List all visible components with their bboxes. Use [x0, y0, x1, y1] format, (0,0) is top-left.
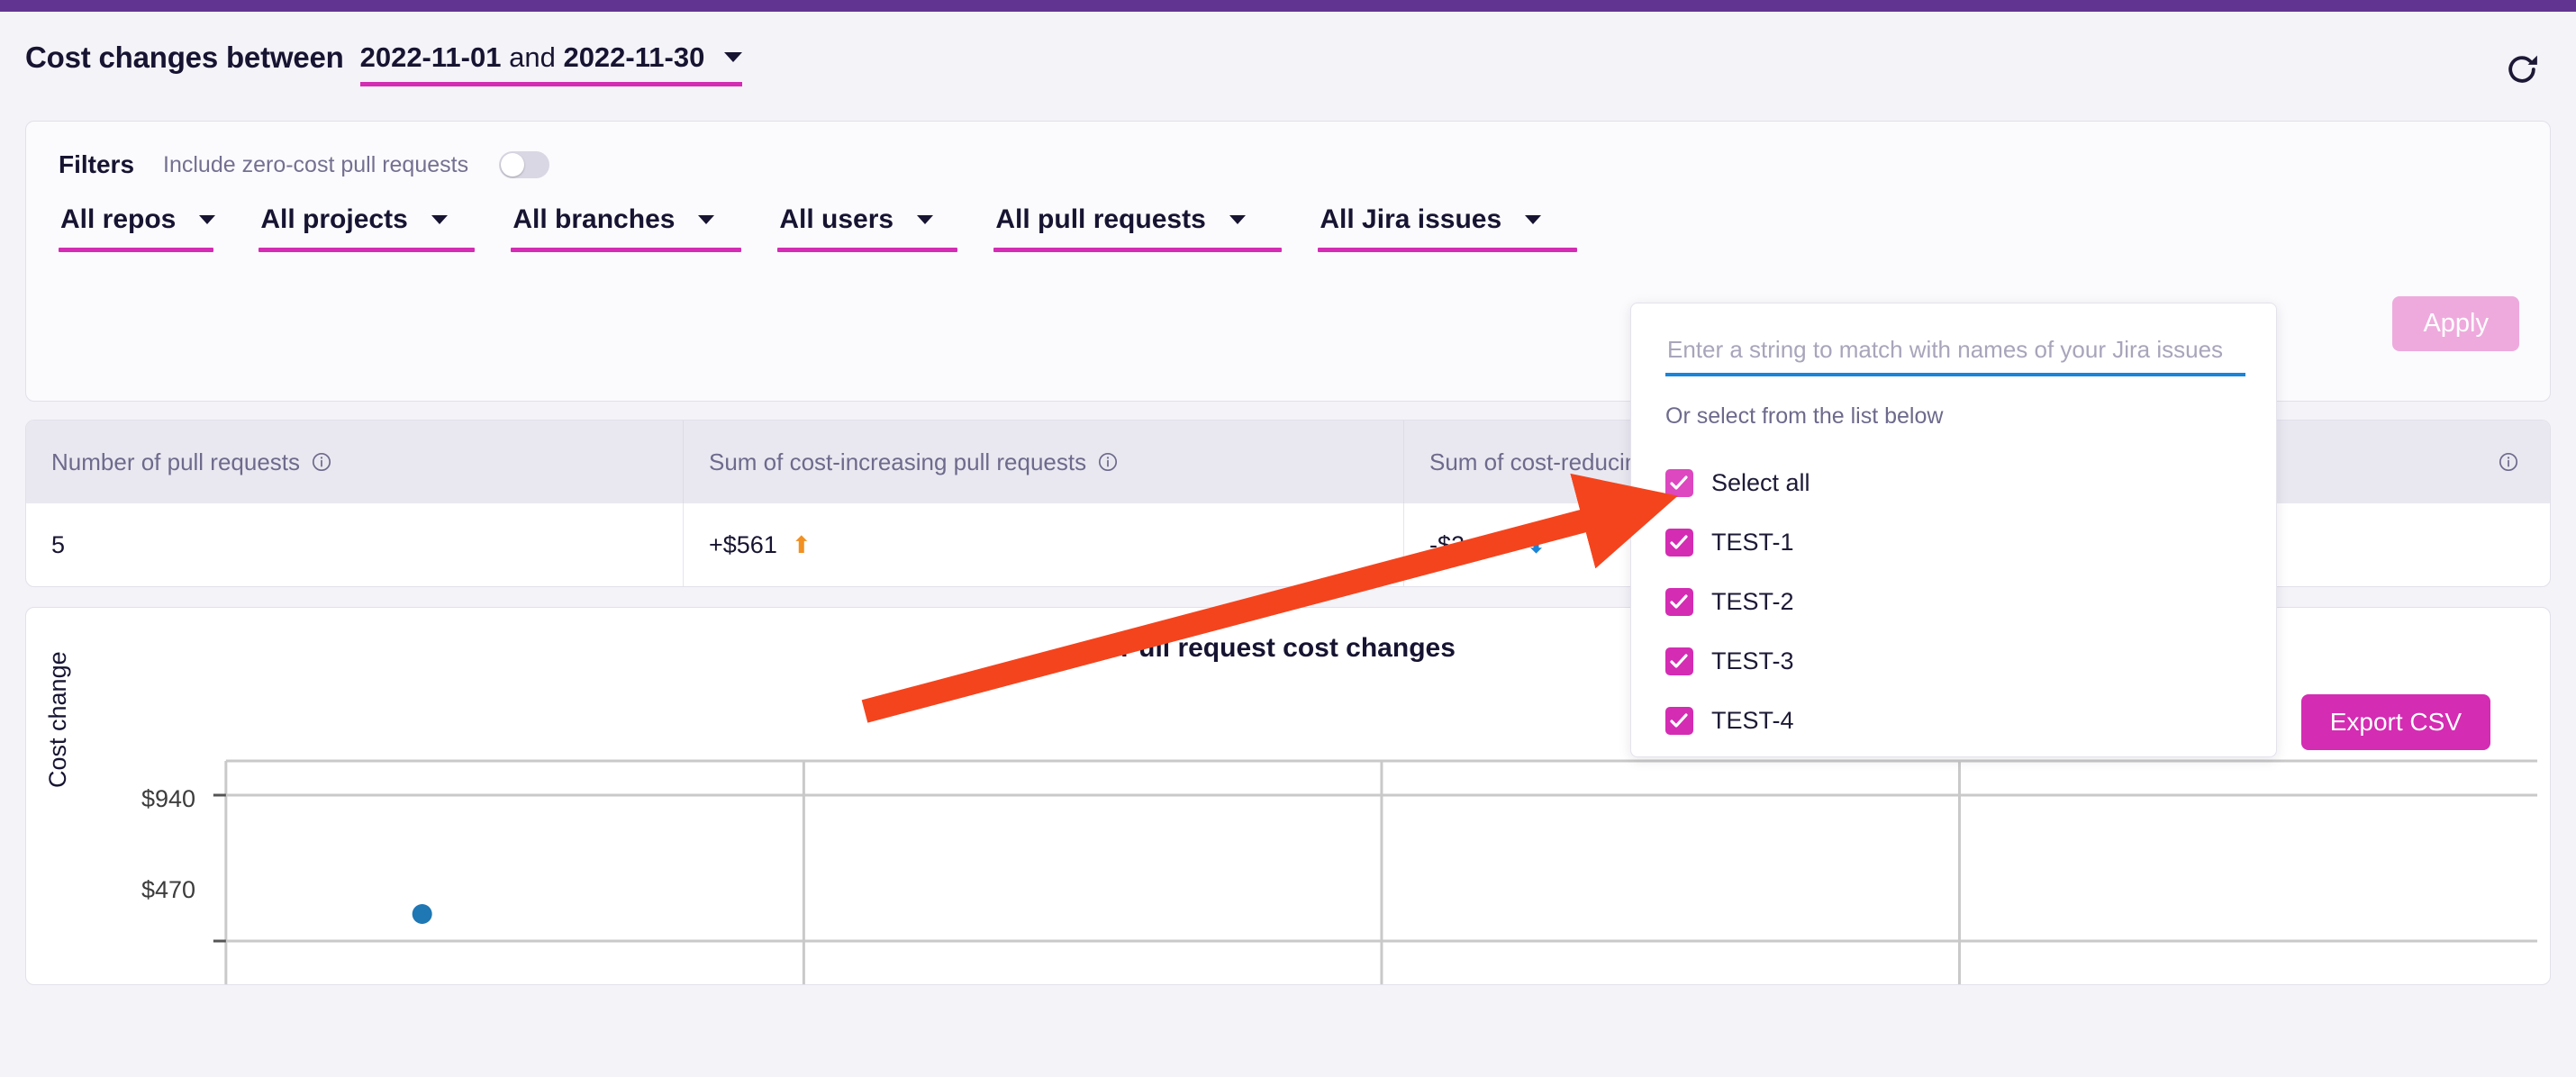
info-icon[interactable] — [1097, 451, 1119, 473]
include-zero-cost-toggle[interactable] — [499, 151, 550, 178]
apply-filters-button[interactable]: Apply — [2392, 296, 2519, 351]
filter-users[interactable]: All users — [777, 204, 958, 252]
check-glyph — [1670, 534, 1688, 549]
filter-users-underline — [777, 248, 958, 252]
refresh-icon[interactable] — [2500, 48, 2544, 91]
chart-data-point — [412, 904, 432, 924]
date-end: 2022-11-30 — [563, 41, 705, 73]
info-icon[interactable] — [311, 451, 332, 473]
jira-list-hint: Or select from the list below — [1665, 403, 1944, 429]
cell-cost-reducing: -$2,457 — [1429, 530, 1512, 558]
filters-header-row: Filters Include zero-cost pull requests — [26, 122, 2550, 179]
table-header-cell: Sum of cost-increasing pull requests — [684, 421, 1404, 503]
chart-ytick-940: $940 — [141, 785, 196, 812]
jira-option-test-1[interactable]: TEST-1 — [1665, 512, 2242, 572]
filter-pull-requests[interactable]: All pull requests — [993, 204, 1283, 252]
filter-projects-trigger[interactable]: All projects — [259, 204, 475, 248]
date-range-underline — [359, 82, 743, 86]
jira-option-label: Select all — [1711, 468, 1810, 496]
jira-option-label: TEST-4 — [1711, 706, 1794, 734]
filter-jira-issues[interactable]: All Jira issues — [1318, 204, 1578, 252]
cell-number-of-pull-requests: 5 — [51, 530, 66, 558]
date-start: 2022-11-01 — [359, 41, 502, 73]
column-label-cost-increasing: Sum of cost-increasing pull requests — [709, 448, 1087, 475]
chart-ytick-470: $470 — [141, 876, 196, 903]
checkbox-checked-icon[interactable] — [1665, 587, 1693, 616]
table-cell: 5 — [26, 503, 684, 586]
filter-branches[interactable]: All branches — [511, 204, 742, 252]
filter-repos-label: All repos — [60, 204, 177, 234]
refresh-glyph — [2508, 55, 2537, 83]
jira-option-test-3[interactable]: TEST-3 — [1665, 631, 2242, 691]
chevron-down-icon — [724, 51, 743, 62]
filter-users-trigger[interactable]: All users — [777, 204, 957, 248]
filter-jira-issues-label: All Jira issues — [1320, 204, 1502, 234]
filter-repos-trigger[interactable]: All repos — [59, 204, 222, 248]
filter-projects-label: All projects — [260, 204, 408, 234]
info-icon[interactable] — [2498, 451, 2519, 473]
filter-projects-underline — [259, 248, 476, 252]
table-header-cell: Number of pull requests — [26, 421, 684, 503]
filter-branches-trigger[interactable]: All branches — [511, 204, 741, 248]
filter-jira-issues-trigger[interactable]: All Jira issues — [1318, 204, 1577, 248]
check-glyph — [1670, 653, 1688, 668]
jira-option-test-4[interactable]: TEST-4 — [1665, 691, 2242, 750]
jira-option-label: TEST-1 — [1711, 528, 1794, 556]
chevron-down-icon — [1525, 215, 1542, 224]
date-range-selector[interactable]: 2022-11-01 and 2022-11-30 — [359, 41, 743, 86]
filter-branches-underline — [511, 248, 742, 252]
include-zero-cost-label: Include zero-cost pull requests — [163, 151, 469, 177]
date-join: and — [509, 41, 556, 73]
app-accent-bar — [0, 0, 2576, 12]
filter-pull-requests-underline — [993, 248, 1283, 252]
page-header: Cost changes between 2022-11-01 and 2022… — [0, 12, 2576, 106]
jira-issues-dropdown-panel: Or select from the list below Select all… — [1630, 303, 2277, 757]
checkbox-checked-icon[interactable] — [1665, 647, 1693, 675]
chevron-down-icon — [199, 215, 216, 224]
check-glyph — [1670, 475, 1688, 490]
jira-option-label: TEST-3 — [1711, 647, 1794, 674]
table-cell: +$561 ⬆ — [684, 503, 1404, 586]
filter-pull-requests-label: All pull requests — [995, 204, 1206, 234]
filter-users-label: All users — [779, 204, 894, 234]
checkbox-checked-icon[interactable] — [1665, 528, 1693, 557]
column-label-number-of-pull-requests: Number of pull requests — [51, 448, 301, 475]
checkbox-checked-icon[interactable] — [1665, 706, 1693, 735]
arrow-up-icon: ⬆ — [791, 530, 812, 558]
checkbox-checked-icon[interactable] — [1665, 468, 1693, 497]
export-csv-button[interactable]: Export CSV — [2300, 694, 2490, 750]
check-glyph — [1670, 712, 1688, 728]
jira-search-input[interactable] — [1665, 332, 2245, 376]
jira-option-test-2[interactable]: TEST-2 — [1665, 572, 2242, 631]
cell-cost-increasing: +$561 — [709, 530, 777, 558]
page-title: Cost changes between — [25, 41, 344, 74]
filter-dropdowns-row: All repos All projects All branches All … — [26, 179, 2550, 252]
chevron-down-icon — [698, 215, 715, 224]
chart-plot-area — [213, 759, 2538, 984]
filter-projects[interactable]: All projects — [259, 204, 476, 252]
filter-jira-issues-underline — [1318, 248, 1578, 252]
chevron-down-icon — [917, 215, 934, 224]
chevron-down-icon — [431, 215, 448, 224]
filter-repos-underline — [59, 248, 213, 252]
jira-option-label: TEST-2 — [1711, 587, 1794, 615]
filter-branches-label: All branches — [512, 204, 676, 234]
jira-option-select-all[interactable]: Select all — [1665, 453, 2242, 512]
check-glyph — [1670, 593, 1688, 609]
date-range-value: 2022-11-01 and 2022-11-30 — [360, 41, 705, 75]
filter-pull-requests-trigger[interactable]: All pull requests — [993, 204, 1282, 248]
arrow-down-icon: ⬇ — [1526, 530, 1547, 558]
chevron-down-icon — [1229, 215, 1246, 224]
filter-repos[interactable]: All repos — [59, 204, 222, 252]
jira-options-list: Select all TEST-1 TEST-2 TEST-3 TEST-4 — [1665, 453, 2242, 750]
filters-label: Filters — [59, 150, 135, 178]
